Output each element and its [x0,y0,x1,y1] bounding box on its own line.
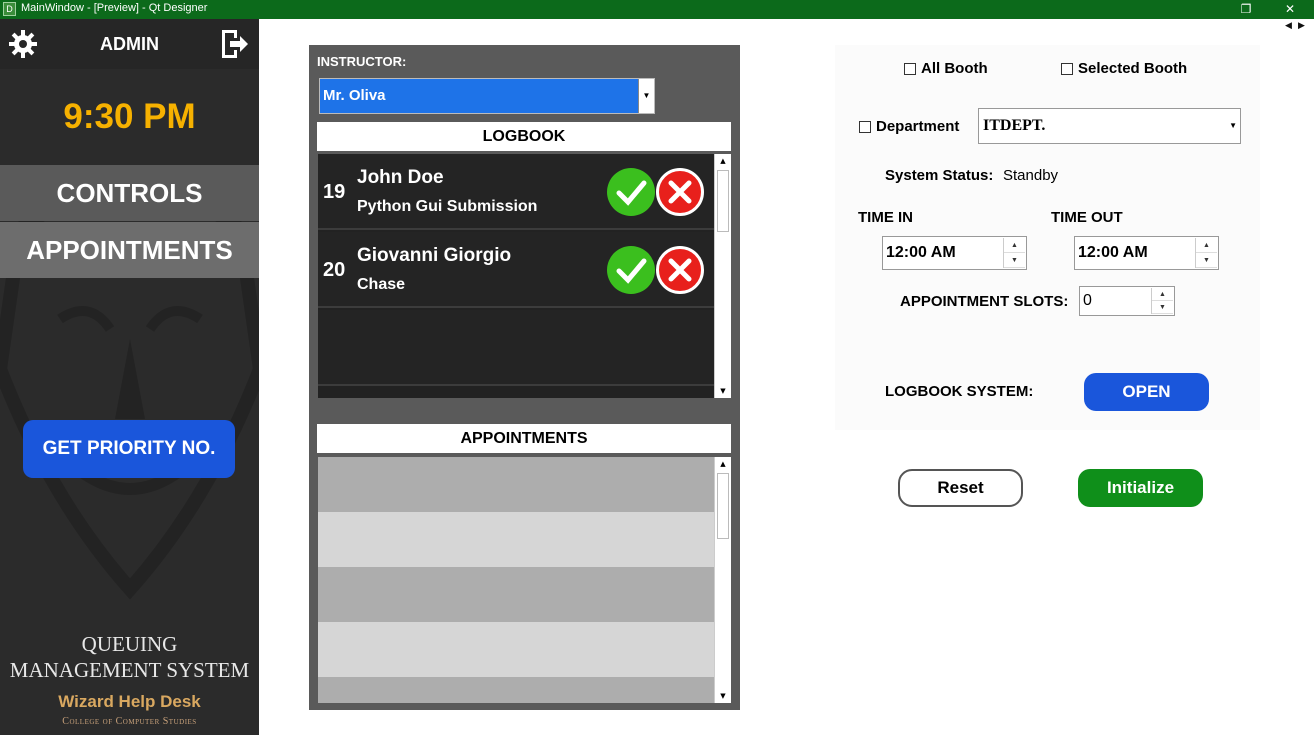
system-status-label: System Status: [885,167,994,184]
close-icon[interactable]: ✕ [1282,1,1298,17]
logbook-item-number: 20 [323,259,346,281]
instructor-label: INSTRUCTOR: [317,54,407,69]
title-bar: D MainWindow - [Preview] - Qt Designer ❐… [0,0,1314,19]
logbook-item-name: John Doe [357,167,444,188]
appointment-slots-value: 0 [1083,292,1092,309]
chevron-down-icon[interactable]: ▼ [1229,109,1237,143]
instructor-dropdown-value: Mr. Oliva [323,87,386,104]
logbook-item-name: Giovanni Giorgio [357,245,512,266]
appointments-list[interactable]: ▲ ▼ [318,457,731,703]
logbook-empty-row [318,310,714,386]
logbook-item[interactable]: 19 John Doe Python Gui Submission [318,154,714,230]
window-title: MainWindow - [Preview] - Qt Designer [21,2,208,14]
brand-title-line2: MANAGEMENT SYSTEM [9,658,250,682]
time-in-input[interactable]: 12:00 AM ▲ ▼ [882,236,1027,270]
logbook-item-detail: Python Gui Submission [357,198,538,215]
department-checkbox[interactable] [859,121,871,133]
time-out-label: TIME OUT [1051,209,1123,226]
logbook-item[interactable]: 20 Giovanni Giorgio Chase [318,232,714,308]
brand-college: College of Computer Studies [62,716,197,727]
brand-title-line1: QUEUING [81,632,178,656]
spin-down-icon[interactable]: ▼ [1196,253,1217,268]
x-icon[interactable] [656,168,704,216]
chevron-down-icon[interactable]: ▼ [638,79,654,113]
department-label: Department [876,118,960,135]
selected-booth-checkbox[interactable] [1061,63,1073,75]
app-icon: D [3,2,16,16]
brand-title: QUEUING MANAGEMENT SYSTEM [0,631,259,683]
nav-controls-button[interactable]: CONTROLS [0,165,259,221]
nav-appointments-button[interactable]: APPOINTMENTS [0,222,259,278]
time-in-value: 12:00 AM [886,244,956,261]
appointments-header: APPOINTMENTS [317,424,731,453]
initialize-button[interactable]: Initialize [1078,469,1203,507]
appointments-scrollbar[interactable]: ▲ ▼ [714,457,731,703]
center-panel: INSTRUCTOR: Mr. Oliva ▼ LOGBOOK 19 John … [309,45,740,710]
all-booth-label: All Booth [921,60,988,77]
get-priority-button[interactable]: GET PRIORITY NO. [23,420,235,478]
spin-down-icon[interactable]: ▼ [1152,301,1173,314]
scroll-up-icon[interactable]: ▲ [715,154,731,168]
logbook-system-label: LOGBOOK SYSTEM: [885,383,1034,400]
appointment-slots-input[interactable]: 0 ▲ ▼ [1079,286,1175,316]
appointment-slots-label: APPOINTMENT SLOTS: [900,293,1069,310]
all-booth-checkbox[interactable] [904,63,916,75]
clock-display: 9:30 PM [0,69,259,165]
logout-icon[interactable] [219,28,249,60]
instructor-dropdown[interactable]: Mr. Oliva ▼ [319,78,655,114]
scroll-left-icon[interactable]: ◀ [1285,21,1292,31]
time-out-input[interactable]: 12:00 AM ▲ ▼ [1074,236,1219,270]
sidebar-header: ADMIN [0,19,259,69]
list-item[interactable] [318,512,714,567]
scroll-right-icon[interactable]: ▶ [1298,21,1305,31]
x-icon[interactable] [656,246,704,294]
logbook-list[interactable]: 19 John Doe Python Gui Submission 20 Gio… [318,154,731,398]
spin-down-icon[interactable]: ▼ [1004,253,1025,268]
scrollbar-thumb[interactable] [717,170,729,232]
scroll-down-icon[interactable]: ▼ [715,384,731,398]
check-icon[interactable] [607,168,655,216]
spin-up-icon[interactable]: ▲ [1196,238,1217,253]
spin-up-icon[interactable]: ▲ [1004,238,1025,253]
check-icon[interactable] [607,246,655,294]
spin-up-icon[interactable]: ▲ [1152,288,1173,301]
department-dropdown[interactable]: ITDEPT. ▼ [978,108,1241,144]
list-item[interactable] [318,457,714,512]
brand-subtitle: Wizard Help Desk [58,692,201,711]
time-in-label: TIME IN [858,209,913,226]
logbook-item-number: 19 [323,181,346,203]
sidebar: ADMIN 9:30 PM CONTROLS APPOINTMENTS GET … [0,19,259,735]
logbook-item-detail: Chase [357,276,406,293]
logbook-scrollbar[interactable]: ▲ ▼ [714,154,731,398]
selected-booth-label: Selected Booth [1078,60,1188,77]
scroll-up-icon[interactable]: ▲ [715,457,731,471]
scroll-down-icon[interactable]: ▼ [715,689,731,703]
logbook-open-button[interactable]: OPEN [1084,373,1209,411]
list-item[interactable] [318,622,714,677]
list-item[interactable] [318,677,714,703]
list-item[interactable] [318,567,714,622]
system-status-value: Standby [1003,167,1059,184]
department-dropdown-value: ITDEPT. [983,117,1046,134]
logbook-header: LOGBOOK [317,122,731,151]
reset-button[interactable]: Reset [898,469,1023,507]
scrollbar-thumb[interactable] [717,473,729,539]
time-out-value: 12:00 AM [1078,244,1148,261]
restore-icon[interactable]: ❐ [1238,1,1254,17]
